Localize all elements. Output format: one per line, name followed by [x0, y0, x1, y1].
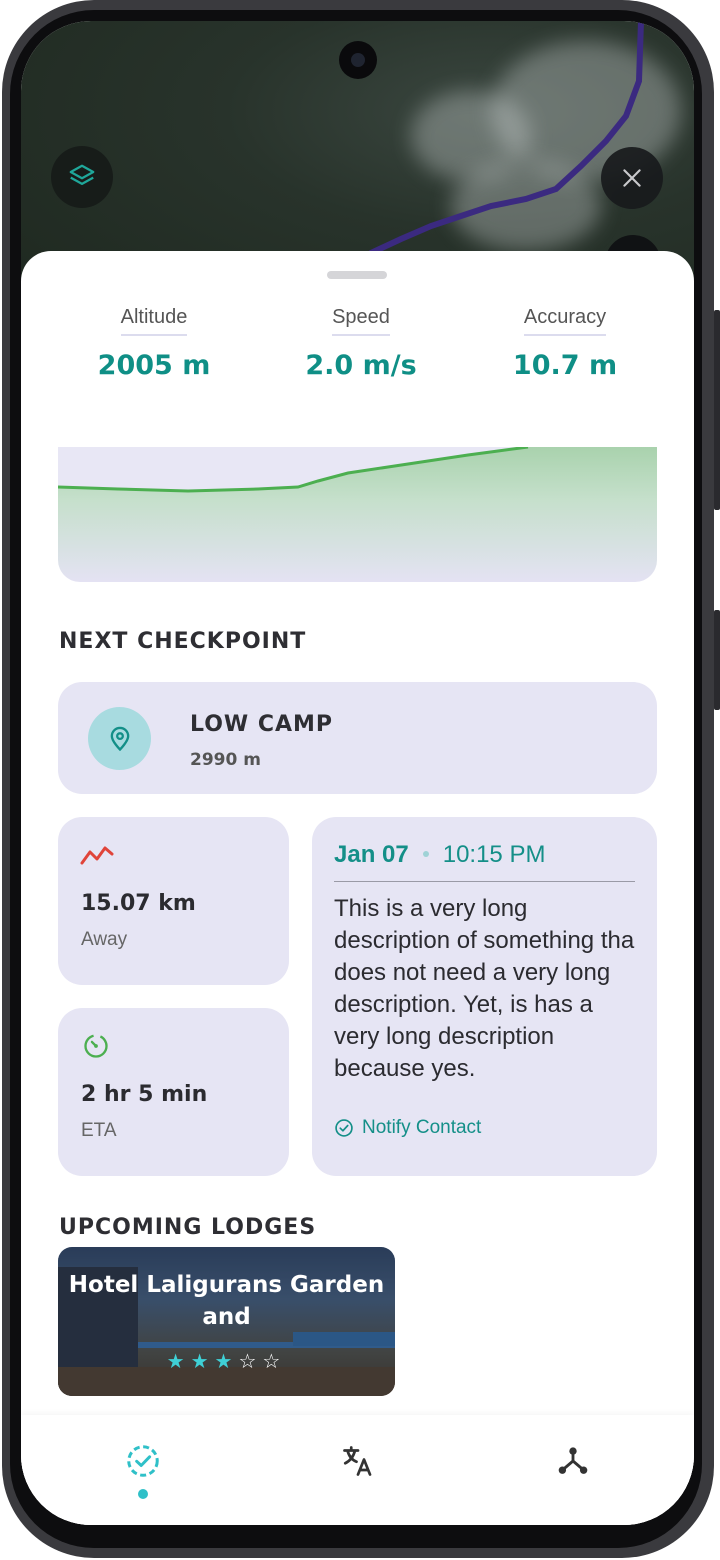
stat-label: Altitude — [120, 306, 188, 336]
trend-line-icon — [80, 846, 114, 865]
eta-value: 2 hr 5 min — [81, 1082, 208, 1107]
lodge-rating: ★★★☆☆ — [58, 1349, 395, 1373]
volume-button — [714, 310, 720, 510]
star-empty-icon: ☆ — [238, 1349, 263, 1373]
checkpoint-icon-circle — [88, 707, 151, 770]
eta-label: ETA — [81, 1120, 117, 1141]
bottom-navigation — [21, 1415, 694, 1525]
sheet-drag-handle[interactable] — [327, 271, 387, 279]
power-button — [714, 610, 720, 710]
close-icon — [623, 169, 641, 187]
note-date: Jan 07 — [334, 841, 409, 868]
stat-value: 2.0 m/s — [305, 350, 417, 381]
screen: Altitude 2005 m Speed 2.0 m/s Accuracy 1… — [21, 21, 694, 1525]
share-network-icon — [558, 1447, 588, 1474]
checkpoint-card[interactable]: LOW CAMP 2990 m — [58, 682, 657, 794]
stat-value: 10.7 m — [512, 350, 618, 381]
separator-dot — [422, 850, 429, 857]
elevation-chart — [58, 447, 657, 582]
nav-share-tab[interactable] — [553, 1441, 593, 1481]
star-empty-icon: ☆ — [262, 1349, 287, 1373]
check-circle-icon — [335, 1119, 353, 1137]
elevation-svg — [58, 447, 529, 493]
translate-icon — [343, 1446, 372, 1476]
layers-button[interactable] — [51, 146, 113, 208]
lodge-card[interactable]: Hotel Laligurans Garden and ★★★☆☆ — [58, 1247, 395, 1396]
note-card: Jan 07 10:15 PM This is a very long descr… — [312, 817, 657, 1176]
star-filled-icon: ★ — [166, 1349, 191, 1373]
nav-progress-tab[interactable] — [123, 1441, 163, 1481]
map-pin-icon — [110, 726, 129, 751]
front-camera — [339, 41, 377, 79]
stat-accuracy: Accuracy 10.7 m — [475, 306, 655, 381]
stat-label: Speed — [332, 306, 390, 336]
distance-label: Away — [81, 929, 128, 950]
stat-speed: Speed 2.0 m/s — [271, 306, 451, 381]
checkpoint-altitude: 2990 m — [190, 750, 261, 770]
star-filled-icon: ★ — [190, 1349, 215, 1373]
close-button[interactable] — [601, 147, 663, 209]
notify-contact-button[interactable]: Notify Contact — [334, 1117, 481, 1139]
phone-frame: Altitude 2005 m Speed 2.0 m/s Accuracy 1… — [0, 0, 720, 1560]
check-progress-icon — [127, 1445, 159, 1477]
note-datetime: Jan 07 10:15 PM — [334, 841, 545, 869]
distance-value: 15.07 km — [81, 891, 196, 916]
layers-icon — [69, 164, 95, 185]
stat-label: Accuracy — [523, 306, 607, 336]
stat-altitude: Altitude 2005 m — [64, 306, 244, 381]
checkpoint-name: LOW CAMP — [190, 712, 334, 737]
next-checkpoint-title: NEXT CHECKPOINT — [59, 629, 307, 654]
distance-card: 15.07 km Away — [58, 817, 289, 985]
note-divider — [334, 881, 635, 882]
timer-icon — [84, 1034, 108, 1058]
lodge-name: Hotel Laligurans Garden and — [68, 1272, 385, 1330]
note-time: 10:15 PM — [442, 841, 546, 868]
stat-value: 2005 m — [97, 350, 211, 381]
note-description: This is a very long description of somet… — [334, 895, 635, 1082]
active-tab-indicator — [138, 1489, 148, 1499]
nav-translate-tab[interactable] — [338, 1441, 378, 1481]
eta-card: 2 hr 5 min ETA — [58, 1008, 289, 1176]
upcoming-lodges-title: UPCOMING LODGES — [59, 1215, 317, 1240]
star-filled-icon: ★ — [214, 1349, 239, 1373]
notify-contact-label: Notify Contact — [362, 1117, 482, 1138]
